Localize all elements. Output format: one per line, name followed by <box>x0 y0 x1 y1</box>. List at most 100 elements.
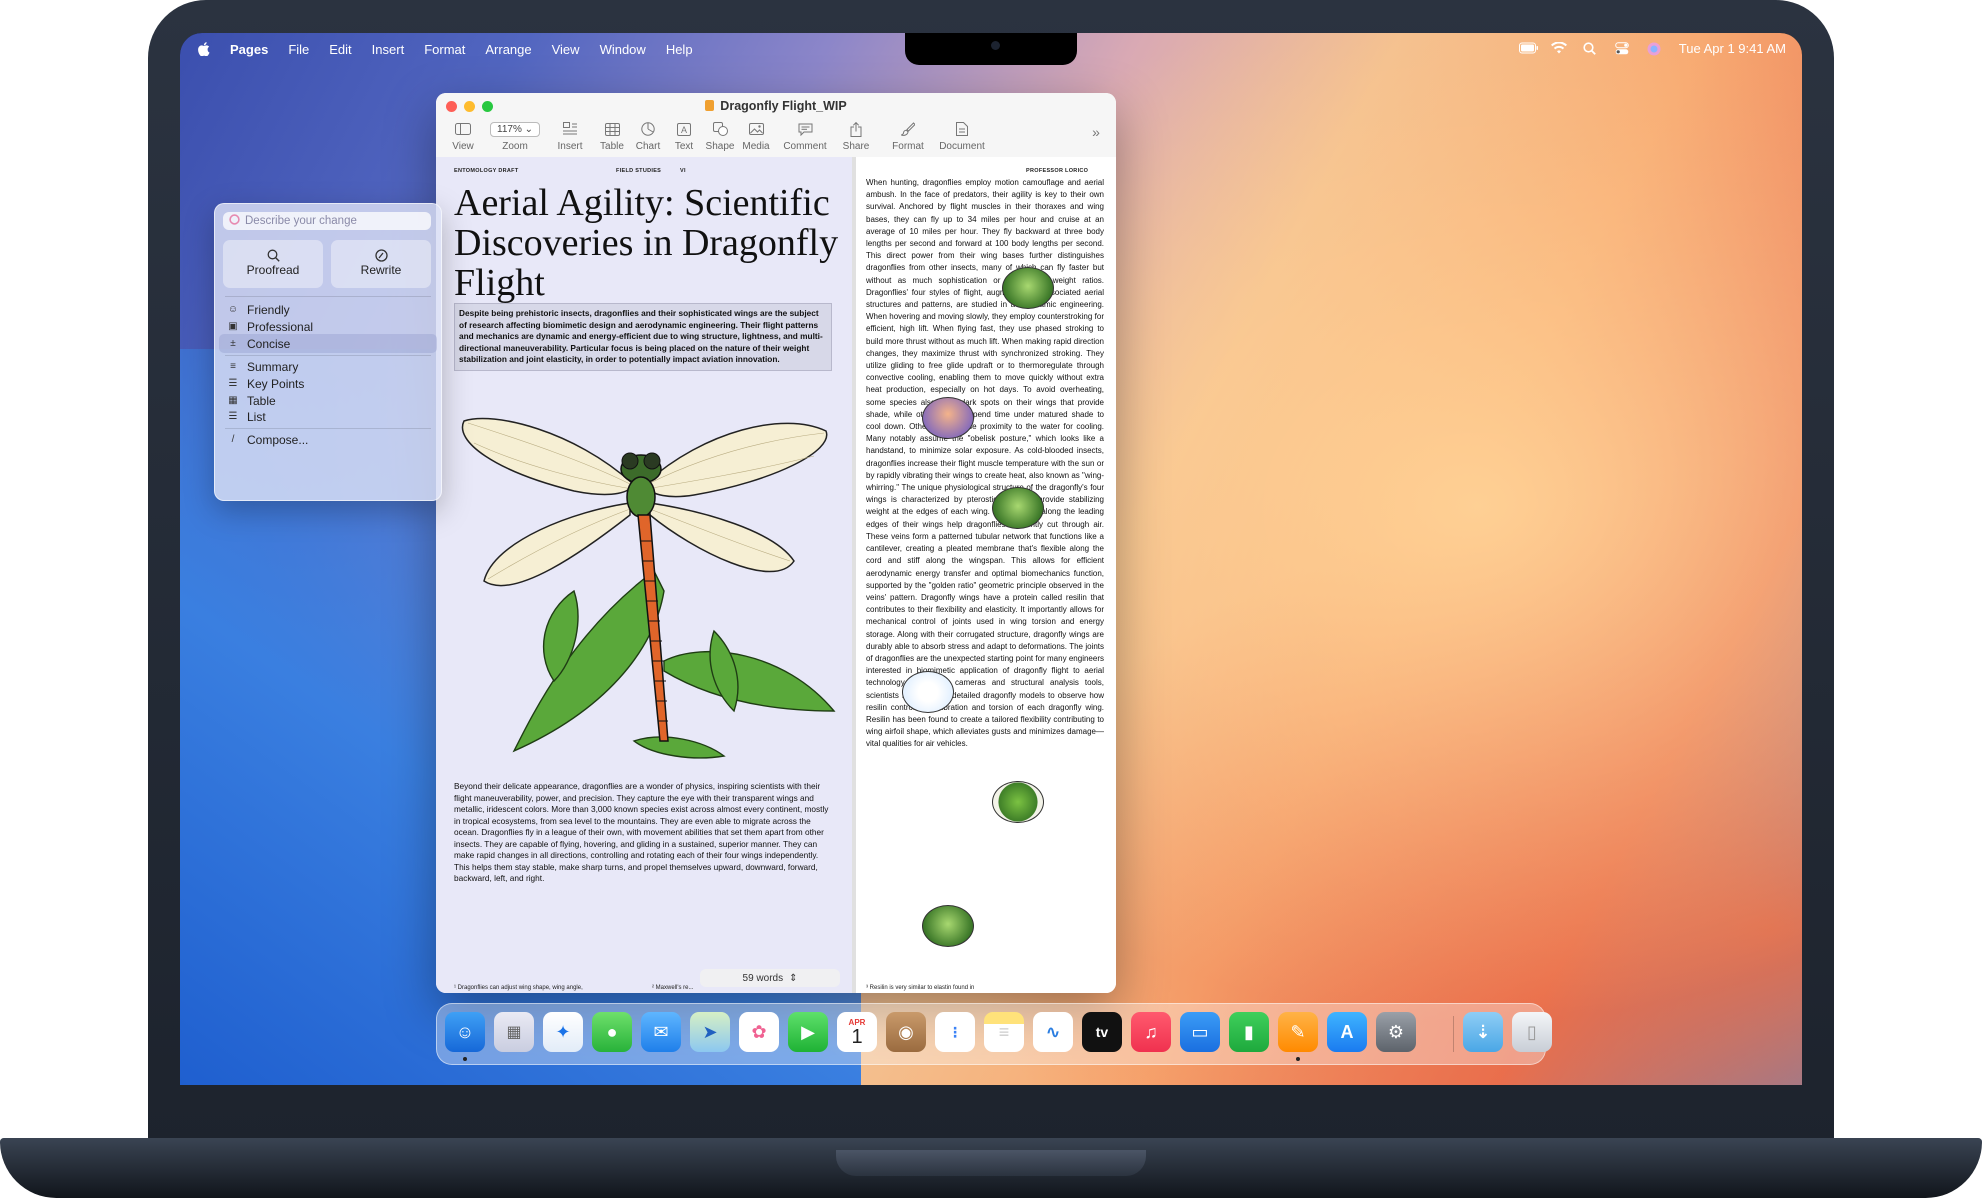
numbers-icon[interactable]: ▮ <box>1229 1012 1269 1052</box>
messages-icon[interactable]: ● <box>592 1012 632 1052</box>
menu-window[interactable]: Window <box>600 42 646 59</box>
footnote-3: ³ Resilin is very similar to elastin fou… <box>866 985 975 991</box>
svg-text:A: A <box>681 125 687 135</box>
pages-window: Dragonfly Flight_WIP View 117% ⌄ Zoom In… <box>436 93 1116 993</box>
menu-help[interactable]: Help <box>666 42 693 59</box>
describe-change-placeholder: Describe your change <box>245 215 357 227</box>
menu-insert[interactable]: Insert <box>372 42 405 59</box>
wifi-icon[interactable] <box>1550 41 1567 56</box>
toolbar-media[interactable]: Media <box>738 120 774 152</box>
proofread-button[interactable]: Proofread <box>223 240 323 288</box>
laptop-hinge <box>836 1150 1146 1176</box>
toolbar-text[interactable]: A Text <box>666 120 702 152</box>
toolbar-format[interactable]: Format <box>888 120 928 152</box>
finder-running-indicator <box>463 1057 467 1061</box>
pages-running-indicator <box>1296 1057 1300 1061</box>
bug-thumbnail-image <box>992 781 1044 823</box>
zoom-select[interactable]: 117% ⌄ <box>490 121 540 137</box>
rewrite-button[interactable]: Rewrite <box>331 240 431 288</box>
siri-icon[interactable] <box>1647 42 1663 56</box>
keynote-icon[interactable]: ▭ <box>1180 1012 1220 1052</box>
search-icon[interactable] <box>1583 41 1599 56</box>
calendar-day: 1 <box>851 1025 863 1048</box>
rewrite-icon <box>331 249 431 263</box>
describe-change-input[interactable]: Describe your change <box>223 212 431 230</box>
chart-icon <box>641 122 655 136</box>
menu-file[interactable]: File <box>288 42 309 59</box>
toolbar-comment[interactable]: Comment <box>780 120 830 152</box>
mail-icon[interactable]: ✉ <box>641 1012 681 1052</box>
rewrite-label: Rewrite <box>360 263 402 277</box>
header-mid: FIELD STUDIES <box>616 168 662 174</box>
header-right: PROFESSOR LORICO <box>1026 168 1089 174</box>
toolbar-zoom[interactable]: 117% ⌄ Zoom <box>490 120 540 152</box>
calendar-icon[interactable]: APR 1 <box>837 1012 877 1052</box>
photos-icon[interactable]: ✿ <box>739 1012 779 1052</box>
butterfly-thumbnail-image <box>902 671 954 713</box>
notes-icon[interactable]: ≡ <box>984 1012 1024 1052</box>
launchpad-icon[interactable]: ▦ <box>494 1012 534 1052</box>
body-text-right[interactable]: When hunting, dragonflies employ motion … <box>866 177 1104 751</box>
toolbar-chart[interactable]: Chart <box>630 120 666 152</box>
writing-tools-panel: Describe your change Proofread Rewrite ☺… <box>214 203 442 501</box>
menu-edit[interactable]: Edit <box>329 42 351 59</box>
app-store-icon[interactable]: A <box>1327 1012 1367 1052</box>
reminders-icon[interactable]: ⋮ <box>935 1012 975 1052</box>
apple-menu-icon[interactable] <box>198 42 210 59</box>
footnote-2: ² Maxwell's re... <box>652 985 694 991</box>
control-center-icon[interactable] <box>1614 41 1631 56</box>
tone-concise[interactable]: ± Concise <box>219 334 437 353</box>
camera-notch <box>905 33 1077 65</box>
maps-icon[interactable]: ➤ <box>690 1012 730 1052</box>
finder-icon[interactable]: ☺ <box>445 1012 485 1052</box>
insect-thumbnail-image <box>922 905 974 947</box>
toolbar: View 117% ⌄ Zoom Insert Table Chart A Te… <box>444 120 1108 156</box>
menu-arrange[interactable]: Arrange <box>485 42 531 59</box>
menu-format[interactable]: Format <box>424 42 465 59</box>
trash-icon[interactable]: ▯ <box>1512 1012 1552 1052</box>
proofread-label: Proofread <box>246 263 300 277</box>
format-list[interactable]: ☰ List <box>219 407 437 426</box>
title-bar: Dragonfly Flight_WIP View 117% ⌄ Zoom In… <box>436 93 1116 158</box>
freeform-icon[interactable]: ∿ <box>1033 1012 1073 1052</box>
chevron-updown-icon: ⇕ <box>789 972 798 984</box>
battery-icon[interactable] <box>1518 42 1538 56</box>
share-icon <box>850 121 862 137</box>
word-count-popup[interactable]: 59 words ⇕ <box>700 969 840 987</box>
divider <box>225 428 431 429</box>
pages-icon[interactable]: ✎ <box>1278 1012 1318 1052</box>
contacts-icon[interactable]: ◉ <box>886 1012 926 1052</box>
system-settings-icon[interactable]: ⚙ <box>1376 1012 1416 1052</box>
toolbar-shape[interactable]: Shape <box>702 120 738 152</box>
dock: ☺ ▦ ✦ ● ✉ ➤ ✿ ▶ APR 1 ◉ ⋮ ≡ ∿ tv ♫ ▭ ▮ ✎… <box>436 1003 1552 1065</box>
music-icon[interactable]: ♫ <box>1131 1012 1171 1052</box>
document-area[interactable]: ENTOMOLOGY DRAFT FIELD STUDIES VI Aerial… <box>436 157 1116 993</box>
word-count-text: 59 words <box>742 972 784 984</box>
paintbrush-icon <box>901 122 915 136</box>
sunset-thumbnail-image <box>922 397 974 439</box>
page-right[interactable]: PROFESSOR LORICO When hunting, dragonfli… <box>856 157 1116 993</box>
safari-icon[interactable]: ✦ <box>543 1012 583 1052</box>
toolbar-document[interactable]: Document <box>934 120 990 152</box>
tv-icon[interactable]: tv <box>1082 1012 1122 1052</box>
compose-button[interactable]: / Compose... <box>219 430 437 449</box>
menu-pages[interactable]: Pages <box>230 42 268 59</box>
downloads-folder-icon[interactable]: ⇣ <box>1463 1012 1503 1052</box>
body-text-left[interactable]: Beyond their delicate appearance, dragon… <box>454 781 832 885</box>
facetime-icon[interactable]: ▶ <box>788 1012 828 1052</box>
comment-icon <box>798 123 812 136</box>
selected-intro-paragraph[interactable]: Despite being prehistoric insects, drago… <box>454 303 832 371</box>
dock-separator <box>1453 1016 1454 1052</box>
toolbar-overflow-chevron-icon[interactable]: » <box>1088 124 1104 140</box>
screen: Pages File Edit Insert Format Arrange Vi… <box>180 33 1802 1085</box>
toolbar-view[interactable]: View <box>448 120 478 152</box>
menu-view[interactable]: View <box>552 42 580 59</box>
tv-label: tv <box>1095 1024 1109 1040</box>
toolbar-insert[interactable]: Insert <box>552 120 588 152</box>
menubar-clock[interactable]: Tue Apr 1 9:41 AM <box>1679 41 1786 56</box>
toolbar-table[interactable]: Table <box>594 120 630 152</box>
toolbar-share[interactable]: Share <box>838 120 874 152</box>
page-left[interactable]: ENTOMOLOGY DRAFT FIELD STUDIES VI Aerial… <box>436 157 852 993</box>
list-icon: ☰ <box>228 411 238 422</box>
apple-intelligence-icon <box>229 214 240 228</box>
